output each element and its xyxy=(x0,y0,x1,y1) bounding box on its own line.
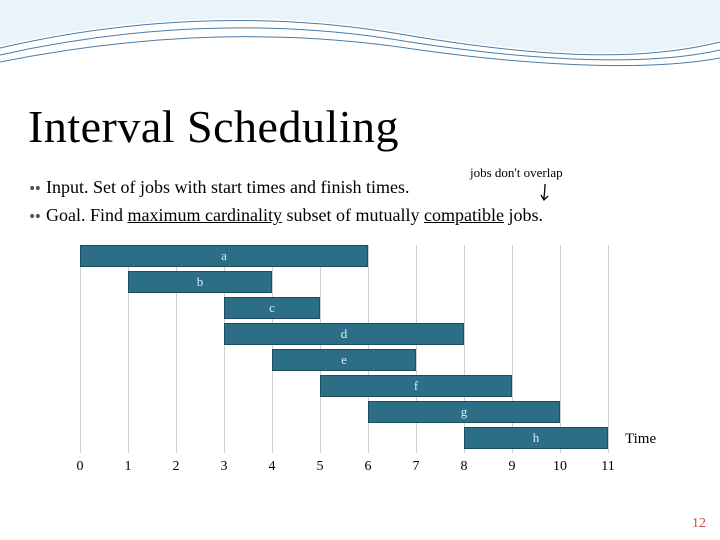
bullet-goal: Goal. Find maximum cardinality subset of… xyxy=(28,203,692,227)
tick-label: 6 xyxy=(348,459,388,475)
axis-label-time: Time xyxy=(625,431,656,448)
job-bar-label: c xyxy=(225,300,319,316)
goal-text-compatible: compatible xyxy=(424,205,504,225)
header-wave-decoration xyxy=(0,0,720,90)
job-row-h: h xyxy=(80,427,608,449)
job-bar-label: b xyxy=(129,274,271,290)
job-bar-b: b xyxy=(128,271,272,293)
interval-chart: abcdefgh 01234567891011 Time xyxy=(80,245,640,505)
job-bar-label: h xyxy=(465,430,607,446)
tick-label: 1 xyxy=(108,459,148,475)
tick-label: 3 xyxy=(204,459,244,475)
tick-label: 9 xyxy=(492,459,532,475)
tick-label: 10 xyxy=(540,459,580,475)
job-bar-g: g xyxy=(368,401,560,423)
job-bar-label: e xyxy=(273,352,415,368)
body-text: Input. Set of jobs with start times and … xyxy=(28,175,692,232)
page-title: Interval Scheduling xyxy=(28,100,399,153)
job-bar-d: d xyxy=(224,323,464,345)
job-bar-h: h xyxy=(464,427,608,449)
tick-label: 0 xyxy=(60,459,100,475)
bullet-goal-label: Goal. xyxy=(46,205,90,225)
job-bar-f: f xyxy=(320,375,512,397)
tick-label: 7 xyxy=(396,459,436,475)
job-bar-c: c xyxy=(224,297,320,319)
slide: Interval Scheduling jobs don't overlap I… xyxy=(0,0,720,540)
job-row-d: d xyxy=(80,323,608,345)
tick-label: 4 xyxy=(252,459,292,475)
goal-text-max-cardinality: maximum cardinality xyxy=(128,205,282,225)
job-row-g: g xyxy=(80,401,608,423)
job-row-c: c xyxy=(80,297,608,319)
page-number: 12 xyxy=(692,516,706,532)
job-bar-label: g xyxy=(369,404,559,420)
tick-label: 8 xyxy=(444,459,484,475)
job-row-a: a xyxy=(80,245,608,267)
job-bar-e: e xyxy=(272,349,416,371)
job-bar-label: a xyxy=(81,248,367,264)
bullet-input-label: Input. xyxy=(46,177,93,197)
goal-text-a: Find xyxy=(90,205,128,225)
goal-text-e: jobs. xyxy=(504,205,543,225)
job-bar-a: a xyxy=(80,245,368,267)
tick-label: 11 xyxy=(588,459,628,475)
tick-label: 2 xyxy=(156,459,196,475)
job-row-e: e xyxy=(80,349,608,371)
job-bar-label: d xyxy=(225,326,463,342)
goal-text-c: subset of mutually xyxy=(282,205,424,225)
gridline xyxy=(608,245,609,453)
job-bar-label: f xyxy=(321,378,511,394)
job-row-b: b xyxy=(80,271,608,293)
job-row-f: f xyxy=(80,375,608,397)
bullet-input-text: Set of jobs with start times and finish … xyxy=(93,177,409,197)
tick-label: 5 xyxy=(300,459,340,475)
bullet-input: Input. Set of jobs with start times and … xyxy=(28,175,692,199)
